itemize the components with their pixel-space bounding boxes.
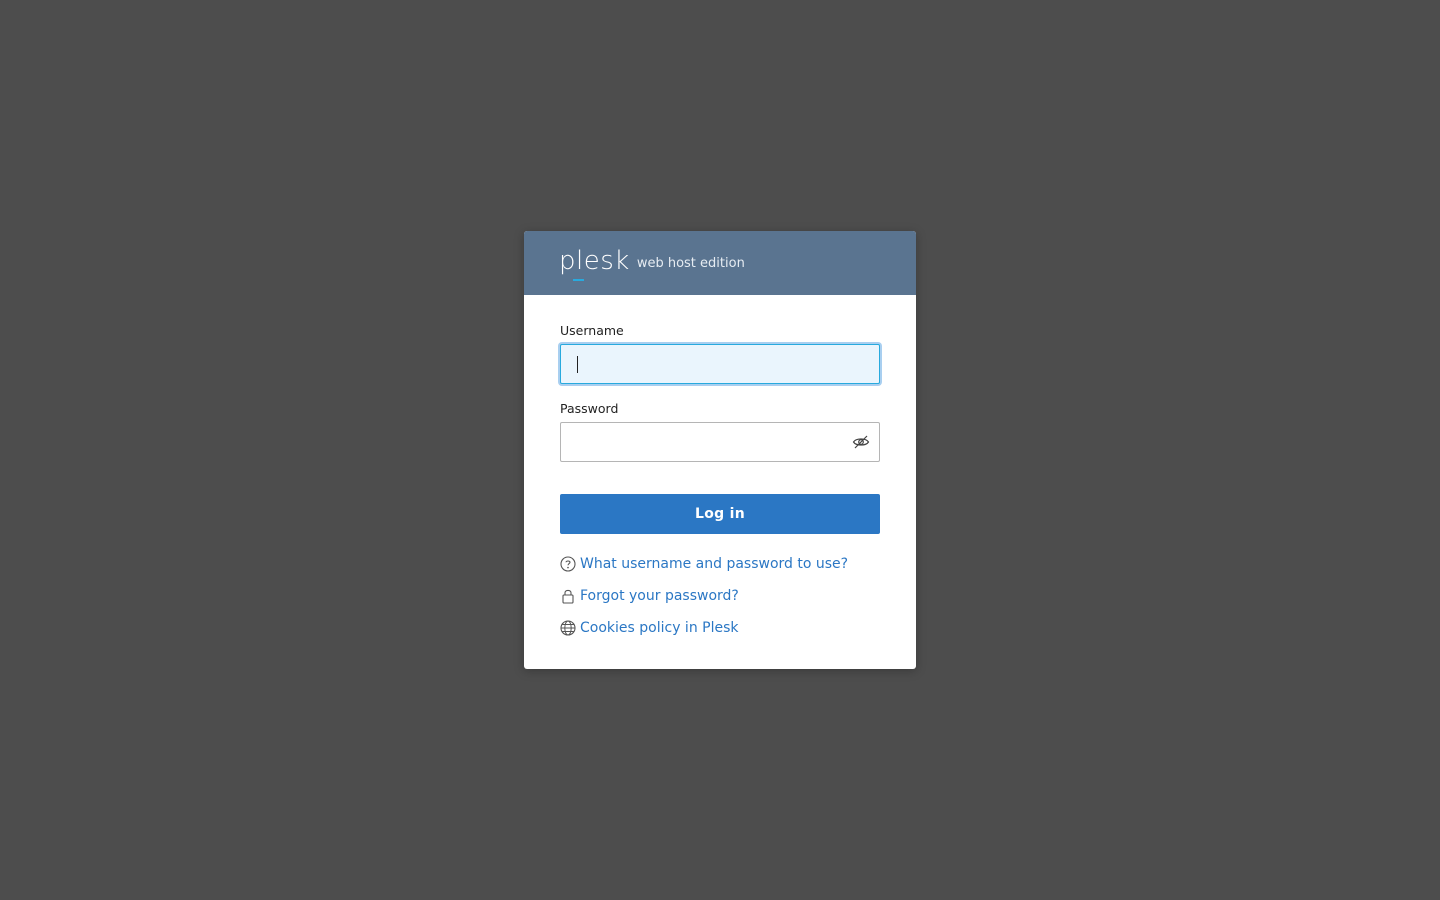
logo-text: plesk	[559, 246, 630, 276]
cookies-policy-text[interactable]: Cookies policy in Plesk	[580, 620, 738, 636]
password-field-wrap	[560, 422, 880, 462]
globe-icon	[560, 620, 576, 636]
edition-label: web host edition	[636, 256, 745, 271]
logo-underline	[573, 279, 584, 281]
login-button[interactable]: Log in	[560, 494, 880, 534]
username-label: Username	[560, 323, 624, 338]
help-links: What username and password to use? Forgo…	[560, 554, 880, 638]
username-input[interactable]	[560, 344, 880, 384]
card-header: plesk web host edition	[524, 231, 916, 295]
lock-icon	[560, 588, 576, 604]
cookies-policy-link[interactable]: Cookies policy in Plesk	[560, 618, 880, 638]
password-label: Password	[560, 401, 619, 416]
question-circle-icon	[560, 556, 576, 572]
username-field-wrap	[560, 344, 880, 384]
login-card: plesk web host edition Username Password…	[524, 231, 916, 669]
forgot-password-text[interactable]: Forgot your password?	[580, 588, 739, 604]
forgot-password-link[interactable]: Forgot your password?	[560, 586, 880, 606]
text-caret	[577, 356, 578, 373]
eye-slash-icon[interactable]	[852, 434, 870, 450]
help-link[interactable]: What username and password to use?	[560, 554, 880, 574]
help-link-text[interactable]: What username and password to use?	[580, 556, 848, 572]
password-input[interactable]	[560, 422, 880, 462]
plesk-logo: plesk	[559, 246, 630, 281]
login-form: Username Password Log in What username a…	[524, 295, 916, 638]
